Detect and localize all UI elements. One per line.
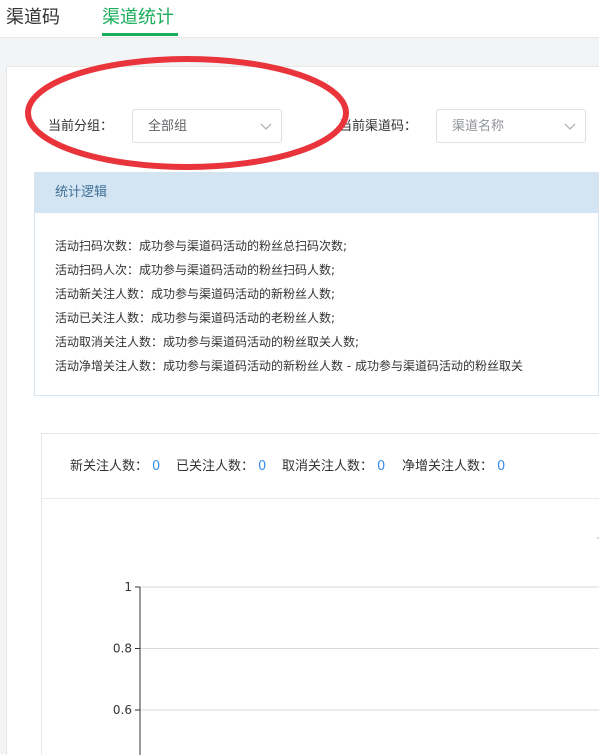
logic-line-scan-count: 活动扫码次数：成功参与渠道码活动的粉丝总扫码次数;	[55, 239, 348, 253]
chart-panel: 新关注人数： 0 已关注人数： 0 取消关注人数： 0 净增关注人数： 0 1 0.8 0.…	[41, 433, 599, 755]
channel-select[interactable]: 渠道名称	[436, 109, 586, 143]
group-select-value: 全部组	[148, 119, 188, 134]
y-tick-label: 0.6	[113, 703, 132, 717]
tab-bar: 渠道码 渠道统计	[0, 0, 599, 38]
tab-channel-code[interactable]: 渠道码	[6, 6, 60, 30]
logic-line-unfollow: 活动取消关注人数：成功参与渠道码活动的粉丝取关人数;	[55, 335, 360, 349]
logic-line-net-follow: 活动净增关注人数：成功参与渠道码活动的新粉丝人数 - 成功参与渠道码活动的粉丝取…	[55, 359, 523, 373]
chevron-down-icon	[563, 119, 577, 133]
chevron-down-icon	[259, 119, 273, 133]
group-label: 当前分组：	[48, 119, 114, 134]
active-tab-indicator	[102, 33, 178, 36]
y-tick-label: 1	[124, 580, 132, 594]
line-chart: 1 0.8 0.6	[113, 537, 599, 755]
group-select[interactable]: 全部组	[132, 109, 282, 143]
channel-label: 当前渠道码：	[339, 119, 418, 134]
logic-line-new-follow: 活动新关注人数：成功参与渠道码活动的新粉丝人数;	[55, 287, 336, 301]
stats-logic-header: 统计逻辑	[35, 173, 598, 213]
tab-channel-stats[interactable]: 渠道统计	[102, 6, 174, 30]
stats-logic-title: 统计逻辑	[55, 185, 108, 200]
y-tick-label: 0.8	[113, 642, 132, 656]
logic-line-scan-people: 活动扫码人次：成功参与渠道码活动的粉丝扫码人数;	[55, 263, 336, 277]
logic-line-existing-follow: 活动已关注人数：成功参与渠道码活动的老粉丝人数;	[55, 311, 336, 325]
stats-logic-panel: 统计逻辑 活动扫码次数：成功参与渠道码活动的粉丝总扫码次数; 活动扫码人次：成功…	[34, 172, 599, 396]
channel-select-placeholder: 渠道名称	[452, 119, 505, 134]
